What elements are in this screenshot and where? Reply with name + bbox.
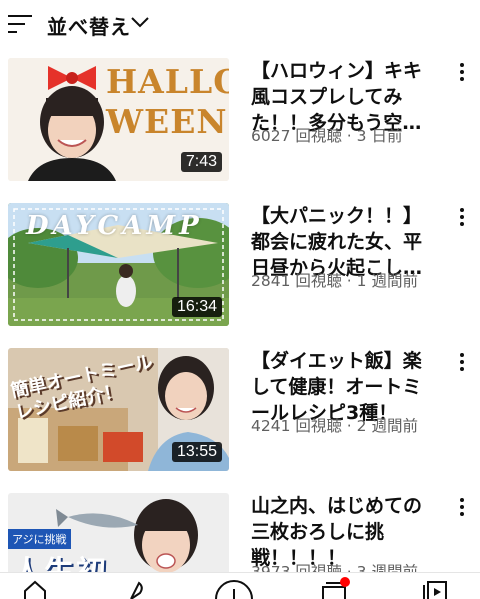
shorts-icon[interactable]: [122, 579, 148, 599]
video-thumbnail[interactable]: DAYCAMP 16:34: [8, 203, 229, 326]
home-icon[interactable]: [22, 579, 48, 599]
view-count: 6027 回視聴: [251, 127, 342, 145]
chevron-down-icon[interactable]: [130, 15, 150, 29]
thumbnail-caption: DAYCAMP: [26, 211, 203, 241]
meta-separator: ·: [341, 272, 357, 290]
thumbnail-tag: アジに挑戦: [8, 529, 71, 549]
video-duration: 13:55: [171, 442, 222, 462]
video-item[interactable]: DAYCAMP 16:34 【大パニック！！】都会に疲れた女、平日昼から火起こし…: [0, 203, 480, 333]
view-count: 2841 回視聴: [251, 272, 342, 290]
sort-label[interactable]: 並べ替え: [47, 11, 131, 40]
video-meta: 4241 回視聴 · 2 週間前: [251, 414, 418, 436]
sort-icon: [8, 15, 32, 33]
view-count: 4241 回視聴: [251, 417, 342, 435]
video-thumbnail[interactable]: 簡単オートミール レシピ紹介！ 13:55: [8, 348, 229, 471]
upload-age: 3 日前: [356, 127, 403, 145]
video-thumbnail[interactable]: HALLO WEEN 7:43: [8, 58, 229, 181]
library-icon[interactable]: [422, 579, 448, 599]
subscriptions-icon[interactable]: [320, 577, 350, 599]
more-options-icon[interactable]: [455, 206, 469, 228]
more-options-icon[interactable]: [455, 61, 469, 83]
upload-age: 1 週間前: [356, 272, 418, 290]
video-duration: 16:34: [171, 297, 222, 317]
notification-dot: [340, 577, 350, 587]
more-options-icon[interactable]: [455, 351, 469, 373]
video-meta: 2841 回視聴 · 1 週間前: [251, 269, 418, 291]
bottom-nav: [0, 572, 480, 599]
sort-bar[interactable]: 並べ替え: [0, 0, 480, 48]
meta-separator: ·: [341, 417, 357, 435]
video-item[interactable]: 簡単オートミール レシピ紹介！ 13:55 【ダイエット飯】楽して健康！オートミ…: [0, 348, 480, 478]
video-meta: 6027 回視聴 · 3 日前: [251, 124, 402, 146]
thumbnail-caption: HALLO WEEN: [106, 62, 229, 141]
upload-age: 2 週間前: [356, 417, 418, 435]
video-duration: 7:43: [180, 152, 222, 172]
meta-separator: ·: [341, 127, 357, 145]
video-item[interactable]: HALLO WEEN 7:43 【ハロウィン】キキ風コスプレしてみた！！多分もう…: [0, 58, 480, 188]
more-options-icon[interactable]: [455, 496, 469, 518]
create-icon[interactable]: [212, 579, 256, 599]
